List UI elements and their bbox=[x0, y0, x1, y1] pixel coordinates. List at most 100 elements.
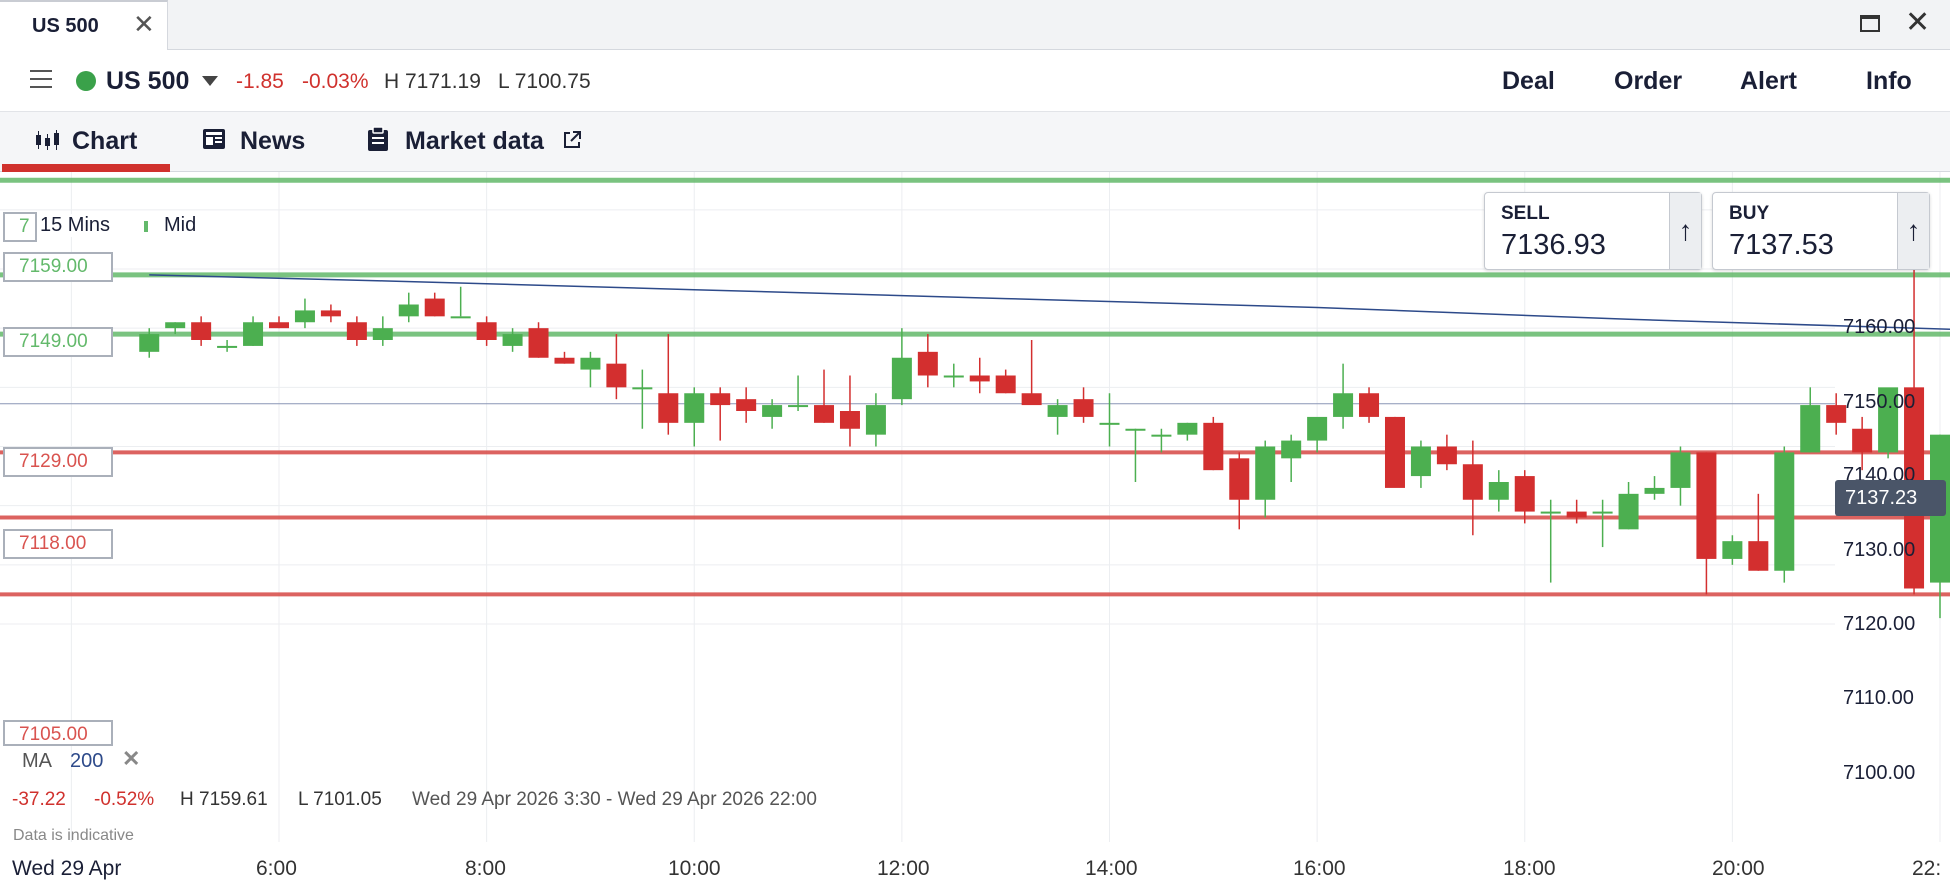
candle-body bbox=[1307, 416, 1328, 441]
arrow-up-icon: ↑ bbox=[1897, 193, 1929, 269]
candle-body bbox=[554, 357, 575, 364]
candle-body bbox=[346, 322, 367, 340]
candle-body bbox=[1592, 511, 1613, 514]
candle-body bbox=[1125, 428, 1146, 431]
candle-body bbox=[658, 393, 679, 423]
level-tag-7105[interactable]: 7105.00 bbox=[3, 720, 113, 746]
candle-body bbox=[1722, 541, 1743, 559]
candle-body bbox=[839, 411, 860, 429]
price-axis-label: 7120.00 bbox=[1843, 613, 1916, 635]
time-axis-label: 8:00 bbox=[465, 857, 506, 880]
candle-body bbox=[891, 357, 912, 400]
candle-body bbox=[450, 316, 471, 319]
candle-body bbox=[710, 393, 731, 406]
order-button[interactable]: Order bbox=[1614, 67, 1682, 96]
arrow-up-icon: ↑ bbox=[1669, 193, 1701, 269]
menu-icon[interactable] bbox=[30, 70, 52, 90]
candle-body bbox=[243, 322, 264, 346]
info-button[interactable]: Info bbox=[1866, 67, 1912, 96]
alert-button[interactable]: Alert bbox=[1740, 67, 1797, 96]
interval-selector[interactable]: 15 Mins bbox=[36, 214, 115, 237]
date-label: Wed 29 Apr bbox=[12, 857, 122, 880]
level-tag-7118[interactable]: 7118.00 bbox=[3, 529, 113, 559]
window-tab-us500[interactable]: US 500 ✕ bbox=[0, 0, 168, 50]
price-change-pct: -0.03% bbox=[302, 70, 369, 93]
buy-button[interactable]: BUY 7137.53 ↑ bbox=[1712, 192, 1930, 270]
ma-period[interactable]: 200 bbox=[70, 750, 103, 773]
candle-body bbox=[1488, 482, 1509, 500]
instrument-name[interactable]: US 500 bbox=[106, 67, 189, 96]
candle-body bbox=[788, 405, 809, 408]
candle-body bbox=[1099, 422, 1120, 425]
buy-label: BUY bbox=[1729, 203, 1770, 224]
candle-body bbox=[398, 304, 419, 317]
chevron-down-icon[interactable] bbox=[202, 76, 218, 86]
candle-body bbox=[1800, 405, 1821, 453]
candle-body bbox=[1203, 422, 1224, 471]
period-high: H 7159.61 bbox=[180, 789, 268, 810]
candle-body bbox=[814, 405, 835, 423]
candle-body bbox=[632, 387, 653, 390]
candle-body bbox=[320, 310, 341, 317]
candle-body bbox=[1359, 393, 1380, 417]
period-low: L 7101.05 bbox=[298, 789, 382, 810]
candle-body bbox=[1566, 511, 1587, 518]
candle-body bbox=[762, 405, 783, 417]
candle-body bbox=[1436, 446, 1457, 465]
price-type-selector[interactable]: Mid bbox=[158, 214, 203, 237]
candle-body bbox=[1255, 446, 1276, 500]
candle-body bbox=[995, 375, 1016, 394]
candlestick-icon bbox=[36, 130, 59, 150]
candle-body bbox=[1151, 434, 1172, 437]
day-high: H 7171.19 bbox=[384, 70, 481, 93]
candle-body bbox=[1281, 440, 1302, 459]
price-axis-label: 7100.00 bbox=[1843, 762, 1916, 784]
window-close-icon[interactable]: ✕ bbox=[1905, 8, 1930, 38]
instrument-header: US 500 -1.85 -0.03% H 7171.19 L 7100.75 … bbox=[0, 50, 1950, 112]
level-tag-7129[interactable]: 7129.00 bbox=[3, 447, 113, 477]
maximize-icon[interactable] bbox=[1860, 15, 1880, 32]
candle-body bbox=[1410, 446, 1431, 477]
time-axis-label: 22: bbox=[1912, 857, 1942, 880]
tab-chart[interactable]: Chart bbox=[0, 112, 170, 172]
period-range: Wed 29 Apr 2026 3:30 - Wed 29 Apr 2026 2… bbox=[412, 789, 817, 810]
candle-body bbox=[1852, 428, 1873, 453]
sell-label: SELL bbox=[1501, 203, 1550, 224]
candle-body bbox=[1670, 452, 1691, 488]
candle-body bbox=[969, 375, 990, 382]
time-axis-label: 6:00 bbox=[256, 857, 297, 880]
candle-body bbox=[1462, 464, 1483, 500]
day-low: L 7100.75 bbox=[498, 70, 591, 93]
level-tag-7159[interactable]: 7159.00 bbox=[3, 252, 113, 282]
tab-market-data[interactable]: Market data bbox=[360, 112, 600, 172]
candle-body bbox=[165, 322, 186, 329]
candle-body bbox=[1333, 393, 1354, 417]
level-tag-top[interactable]: 7 bbox=[3, 212, 37, 242]
time-axis-label: 16:00 bbox=[1293, 857, 1346, 880]
candle-body bbox=[1177, 422, 1198, 435]
ma-indicator-label: MA bbox=[22, 750, 52, 772]
candle-body bbox=[372, 328, 393, 340]
level-tag-7149[interactable]: 7149.00 bbox=[3, 327, 113, 357]
data-disclaimer: Data is indicative bbox=[13, 827, 134, 844]
deal-button[interactable]: Deal bbox=[1502, 67, 1555, 96]
candle-body bbox=[1748, 541, 1769, 571]
tab-news-label: News bbox=[240, 127, 306, 155]
sell-price: 7136.93 bbox=[1501, 229, 1606, 261]
candle-body bbox=[502, 334, 523, 346]
remove-indicator-icon[interactable]: ✕ bbox=[122, 746, 140, 772]
time-axis-label: 12:00 bbox=[877, 857, 930, 880]
moving-average-line bbox=[149, 274, 1950, 330]
candle-body bbox=[1384, 416, 1405, 488]
tab-news[interactable]: News bbox=[195, 112, 315, 172]
candle-body bbox=[917, 351, 938, 376]
candle-body bbox=[684, 393, 705, 423]
candle-body bbox=[606, 363, 627, 388]
price-chart[interactable]: 15 Mins Mid SELL 7136.93 ↑ BUY 7137.53 ↑… bbox=[0, 172, 1950, 882]
candle-body bbox=[943, 375, 964, 378]
sell-button[interactable]: SELL 7136.93 ↑ bbox=[1484, 192, 1702, 270]
candle-body bbox=[736, 399, 757, 411]
chart-canvas[interactable] bbox=[0, 172, 1950, 882]
close-icon[interactable]: ✕ bbox=[133, 11, 155, 37]
candle-body bbox=[1618, 493, 1639, 530]
